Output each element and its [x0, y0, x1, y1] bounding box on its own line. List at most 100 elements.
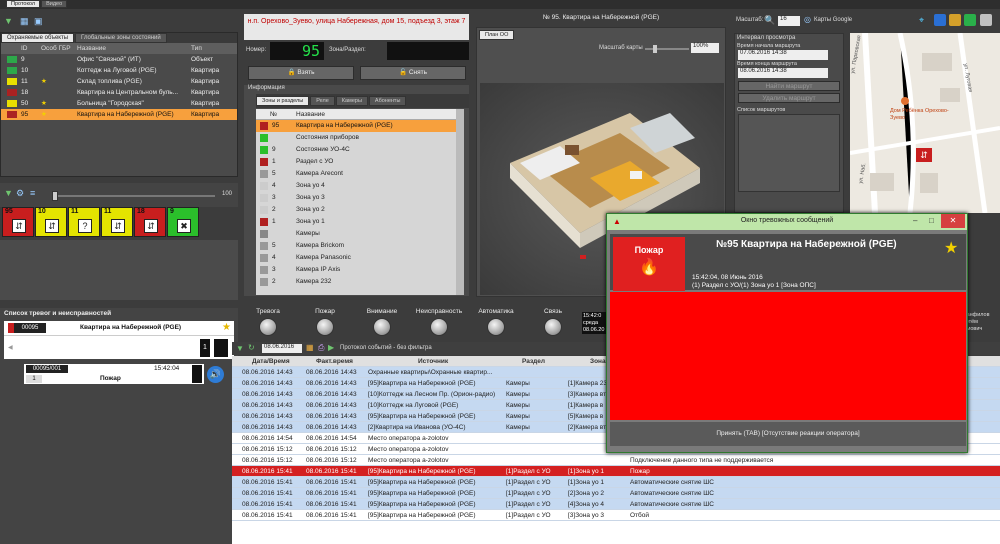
tree-row[interactable]: 5 Камера Brickom	[256, 240, 456, 252]
event-row[interactable]: 08.06.2016 15:41 08.06.2016 15:41 [95]Кв…	[232, 499, 1000, 510]
tab-zones[interactable]: Зоны и разделы	[256, 96, 310, 106]
tab-video[interactable]: Видео	[41, 0, 68, 8]
refresh-icon[interactable]: ↻	[248, 343, 255, 352]
col-section[interactable]: Раздел	[522, 356, 545, 366]
object-row[interactable]: 18 Квартира на Центральном буль... Кварт…	[1, 87, 237, 98]
tree-row[interactable]: 9 Состояние УО-4С	[256, 144, 456, 156]
alarm-item-id: 00095	[14, 323, 46, 333]
tree-row[interactable]: 4 Зона уо 4	[256, 180, 456, 192]
remove-button[interactable]: 🔓 Снять	[360, 66, 466, 80]
route-end-input[interactable]: 08.06.2016 14:38	[738, 68, 828, 78]
col-source[interactable]: Источник	[418, 356, 448, 366]
tile-size-slider[interactable]	[52, 191, 215, 201]
event-row[interactable]: 08.06.2016 15:41 08.06.2016 15:41 [95]Кв…	[232, 477, 1000, 488]
tree-scrollbar[interactable]	[456, 109, 464, 295]
map-scale-slider[interactable]	[645, 45, 689, 53]
accept-button[interactable]: Принять (TAB) [Отсутствие реакции операт…	[610, 422, 966, 446]
tree-row[interactable]: 5 Камера Arecont	[256, 168, 456, 180]
object-marker-icon[interactable]: ⇵	[916, 148, 932, 162]
alarm-sub-item[interactable]: 00095/001 15:42:04 1 Пожар	[24, 364, 204, 384]
event-row[interactable]: 08.06.2016 15:41 08.06.2016 15:41 [95]Кв…	[232, 510, 1000, 521]
collapse-icon[interactable]: ◀	[8, 344, 13, 351]
scale-select[interactable]: 16	[778, 16, 800, 26]
tab-guarded-objects[interactable]: Охраняемые объекты	[1, 33, 75, 43]
tree-row[interactable]: 4 Камера Panasonic	[256, 252, 456, 264]
find-route-button[interactable]: Найти маршрут	[738, 81, 840, 91]
play-icon[interactable]: ▶	[328, 343, 334, 352]
tree-row[interactable]: 3 Зона уо 3	[256, 192, 456, 204]
alarm-item[interactable]: 00095 Квартира на Набережной (PGE) ★	[4, 321, 234, 335]
route-list[interactable]	[738, 114, 840, 192]
col-id[interactable]: ID	[21, 43, 28, 54]
tab-global-zones[interactable]: Глобальные зоны состояний	[75, 33, 167, 43]
settings-icon[interactable]: ⚙	[16, 188, 24, 199]
alarm-sub-menu-icon[interactable]	[192, 365, 202, 383]
tree-row[interactable]: Камеры	[256, 228, 456, 240]
object-tile[interactable]: 11 ⇵	[101, 207, 133, 237]
slider-handle[interactable]	[653, 45, 657, 53]
map-tool-icon[interactable]	[949, 14, 961, 26]
object-tile[interactable]: 11 ?	[68, 207, 100, 237]
close-icon[interactable]: ✕	[941, 214, 965, 228]
map-scale-select[interactable]: 100%	[691, 43, 719, 53]
minimize-icon[interactable]: –	[913, 216, 917, 225]
tree-node-icon	[260, 218, 268, 226]
col-type[interactable]: Тип	[191, 43, 202, 54]
map-tool-icon[interactable]	[980, 14, 992, 26]
filter-icon[interactable]: ▼	[236, 344, 244, 353]
calendar-icon[interactable]: ▦	[306, 343, 314, 352]
object-tile[interactable]: 10 ⇵	[35, 207, 67, 237]
delete-route-button[interactable]: Удалить маршрут	[738, 93, 840, 103]
object-tile[interactable]: 18 ⇵	[134, 207, 166, 237]
pin-icon[interactable]: ⌖	[919, 15, 924, 26]
object-row[interactable]: 11 ★ Склад топлива (PGE) Квартира	[1, 76, 237, 87]
object-row[interactable]: 9 Офис "Связной" (ИТ) Объект	[1, 54, 237, 65]
object-row[interactable]: 10 Коттедж на Луговой (PGE) Квартира	[1, 65, 237, 76]
object-row[interactable]: 50 ★ Больница "Городская" Квартира	[1, 98, 237, 109]
alarm-menu-icon[interactable]	[214, 339, 228, 357]
tab-relay[interactable]: Реле	[310, 96, 335, 106]
object-tile[interactable]: 95 ⇵	[2, 207, 34, 237]
tab-protocol[interactable]: Протокол	[6, 0, 41, 8]
map-tool-icon[interactable]	[934, 14, 946, 26]
event-row[interactable]: 08.06.2016 15:41 08.06.2016 15:41 [95]Кв…	[232, 488, 1000, 499]
star-icon[interactable]: ★	[944, 238, 958, 258]
google-maps-label[interactable]: Карты Google	[814, 17, 852, 23]
take-button[interactable]: 🔒 Взять	[248, 66, 354, 80]
filter-icon[interactable]: ▼	[4, 188, 13, 198]
event-row[interactable]: 08.06.2016 15:12 08.06.2016 15:12 Место …	[232, 455, 1000, 466]
map-tool-icon[interactable]	[964, 14, 976, 26]
grid-icon[interactable]: ▦	[20, 16, 29, 27]
col-gbr[interactable]: Особ ГБР	[41, 43, 71, 54]
filter-icon[interactable]: ▼	[4, 16, 13, 26]
tree-row[interactable]: 2 Камера 232	[256, 276, 456, 288]
lamp-label: Автоматика	[478, 308, 514, 315]
col-fact-time[interactable]: Факт.время	[316, 356, 353, 366]
slider-handle[interactable]	[52, 191, 58, 201]
maximize-icon[interactable]: □	[929, 216, 934, 225]
route-start-input[interactable]: 07.06.2016 14:38	[738, 50, 828, 60]
tree-row[interactable]: 2 Зона уо 2	[256, 204, 456, 216]
col-name[interactable]: Название	[77, 43, 106, 54]
tree-row[interactable]: 1 Зона уо 1	[256, 216, 456, 228]
object-tile[interactable]: 9 ✖	[167, 207, 199, 237]
tab-cameras[interactable]: Камеры	[335, 96, 368, 106]
google-map[interactable]: Дом Ребёнка Орехово-Зуево ул. Парковская…	[850, 33, 1000, 213]
tree-row[interactable]: 3 Камера IP Axis	[256, 264, 456, 276]
event-row[interactable]: 08.06.2016 15:41 08.06.2016 15:41 [95]Кв…	[232, 466, 1000, 477]
monitor-icon[interactable]: ▣	[34, 16, 43, 27]
list-icon[interactable]: ≡	[30, 188, 35, 198]
tree-row[interactable]: 1 Раздел с УО	[256, 156, 456, 168]
print-icon[interactable]: ⎙	[318, 343, 324, 353]
tree-row[interactable]: 95 Квартира на Набережной (PGE)	[256, 120, 456, 132]
tree-row[interactable]: Состояния приборов	[256, 132, 456, 144]
sound-icon[interactable]: 🔊	[207, 366, 224, 383]
tab-plan[interactable]: План ОО	[479, 30, 515, 40]
zoom-icon[interactable]: 🔍	[764, 15, 775, 26]
protocol-date-input[interactable]: 08.06.2016	[262, 344, 302, 353]
object-row[interactable]: 95 ★ Квартира на Набережной (PGE) Кварти…	[1, 109, 237, 120]
col-zone[interactable]: Зона	[590, 356, 606, 366]
col-datetime[interactable]: Дата/Время	[252, 356, 290, 366]
tree-label: Состояния приборов	[296, 134, 359, 141]
tab-subscribers[interactable]: Абоненты	[368, 96, 407, 106]
